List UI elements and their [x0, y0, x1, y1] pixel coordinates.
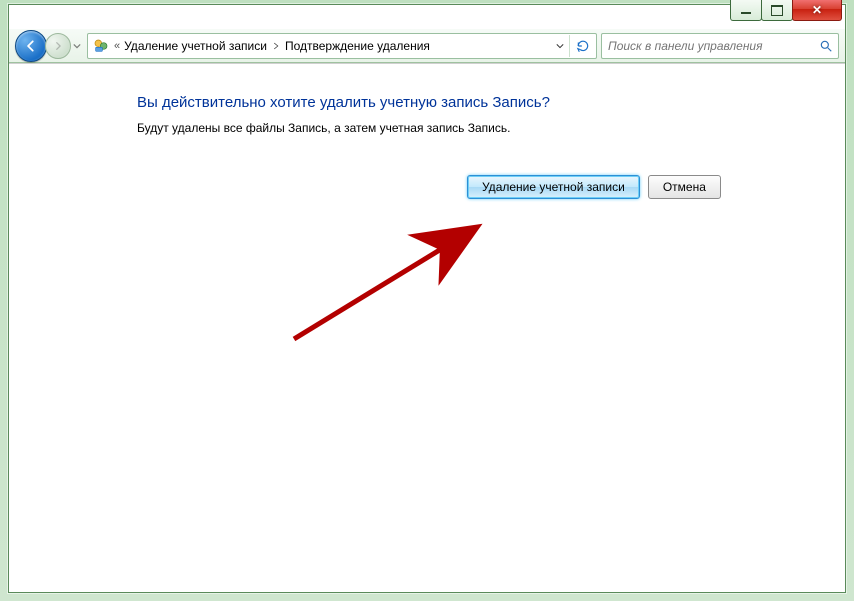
breadcrumb-item-2[interactable]: Подтверждение удаления: [283, 39, 432, 53]
maximize-button[interactable]: [761, 0, 793, 21]
search-icon: [819, 39, 833, 53]
back-button[interactable]: [15, 30, 47, 62]
chevron-down-icon: [556, 42, 564, 50]
nav-buttons: [15, 30, 83, 62]
refresh-button[interactable]: [569, 35, 596, 57]
address-dropdown[interactable]: [551, 35, 569, 57]
breadcrumb-separator-icon[interactable]: [269, 42, 283, 50]
window-frame: « Удаление учетной записи Подтверждение …: [8, 4, 846, 593]
nav-history-dropdown[interactable]: [71, 34, 83, 58]
chevron-down-icon: [73, 42, 81, 50]
search-button[interactable]: [814, 35, 838, 57]
forward-button: [45, 33, 71, 59]
window-controls: ✕: [731, 0, 842, 22]
cancel-button[interactable]: Отмена: [648, 175, 721, 199]
control-panel-icon: [92, 37, 110, 55]
search-input[interactable]: [602, 36, 814, 56]
close-button[interactable]: ✕: [792, 0, 842, 21]
breadcrumb-item-1[interactable]: Удаление учетной записи: [122, 39, 269, 53]
forward-arrow-icon: [53, 41, 63, 51]
address-bar[interactable]: « Удаление учетной записи Подтверждение …: [87, 33, 597, 59]
page-title: Вы действительно хотите удалить учетную …: [137, 94, 845, 111]
button-row: Удаление учетной записи Отмена: [467, 175, 845, 199]
nav-bar: « Удаление учетной записи Подтверждение …: [9, 29, 845, 63]
annotation-arrow: [279, 214, 499, 354]
page-description: Будут удалены все файлы Запись, а затем …: [137, 121, 845, 135]
back-arrow-icon: [24, 39, 38, 53]
breadcrumb-overflow-icon[interactable]: «: [114, 40, 120, 52]
delete-account-button[interactable]: Удаление учетной записи: [467, 175, 640, 199]
close-icon: ✕: [812, 3, 822, 17]
search-box[interactable]: [601, 33, 839, 59]
content-pane: Вы действительно хотите удалить учетную …: [9, 63, 845, 592]
minimize-button[interactable]: [730, 0, 762, 21]
screen: ✕ « Удаление учетной записи: [0, 0, 854, 601]
refresh-icon: [576, 39, 590, 53]
